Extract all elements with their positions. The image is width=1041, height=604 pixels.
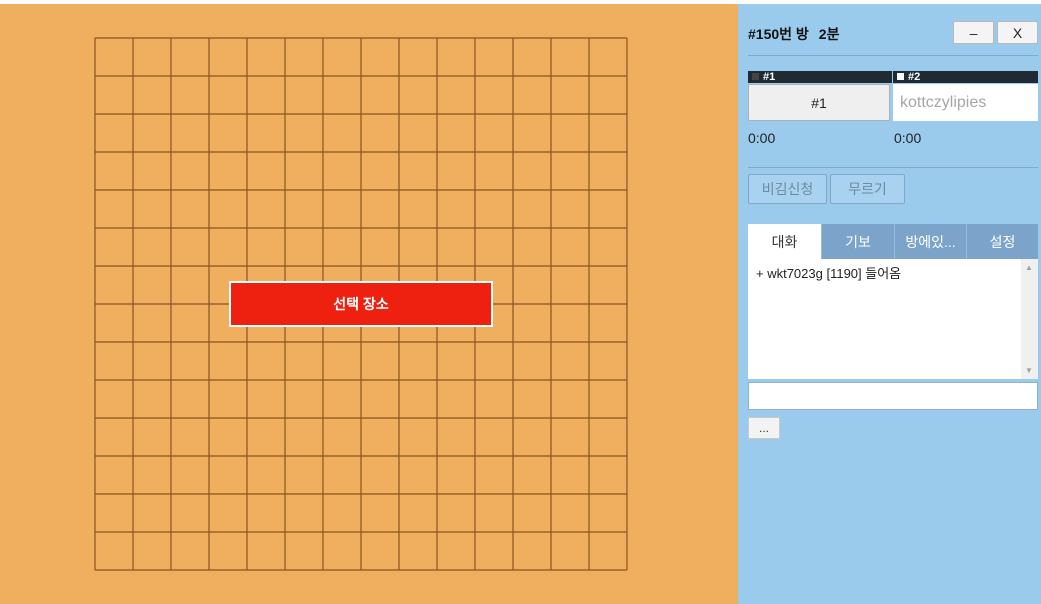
chat-log[interactable]: + wkt7023g [1190] 들어옴 ▲ ▼ <box>748 259 1038 379</box>
player1-header: #1 <box>748 71 892 83</box>
minimize-button[interactable]: – <box>953 21 994 44</box>
player2-header: #2 <box>893 71 1038 83</box>
player1-seat-button[interactable]: #1 <box>748 84 890 121</box>
room-title: #150번 방 2분 <box>748 24 849 44</box>
chat-scrollbar[interactable]: ▲ ▼ <box>1021 259 1038 379</box>
tab-bar: 대화 기보 방에있... 설정 <box>748 224 1038 259</box>
divider <box>748 55 1038 56</box>
white-stone-icon <box>897 73 904 80</box>
player2-tag: #2 <box>908 71 921 83</box>
time-limit: 2분 <box>818 26 840 42</box>
tab-chat[interactable]: 대화 <box>748 224 821 259</box>
divider <box>748 167 1038 168</box>
select-location-button[interactable]: 선택 장소 <box>229 281 493 327</box>
player2-timer: 0:00 <box>894 130 922 146</box>
side-panel: #150번 방 2분 – X #1 #2 #1 kottczylipies 0:0… <box>738 4 1041 604</box>
black-stone-icon <box>752 73 759 80</box>
chat-message: + wkt7023g [1190] 들어옴 <box>756 266 902 281</box>
tab-room-users[interactable]: 방에있... <box>894 224 966 259</box>
close-button[interactable]: X <box>997 21 1038 44</box>
player1-tag: #1 <box>763 71 776 83</box>
game-board[interactable]: 선택 장소 <box>0 4 738 604</box>
scroll-down-icon[interactable]: ▼ <box>1025 366 1033 375</box>
room-number: #150번 방 <box>748 26 809 42</box>
scroll-up-icon[interactable]: ▲ <box>1025 263 1033 272</box>
tab-settings[interactable]: 설정 <box>966 224 1038 259</box>
player2-name: kottczylipies <box>893 84 1038 121</box>
draw-request-button[interactable]: 비김신청 <box>748 174 827 204</box>
player1-timer: 0:00 <box>748 130 776 146</box>
chat-input[interactable] <box>748 382 1038 410</box>
undo-button[interactable]: 무르기 <box>830 174 905 204</box>
tab-game-record[interactable]: 기보 <box>821 224 894 259</box>
more-button[interactable]: ... <box>748 417 780 439</box>
